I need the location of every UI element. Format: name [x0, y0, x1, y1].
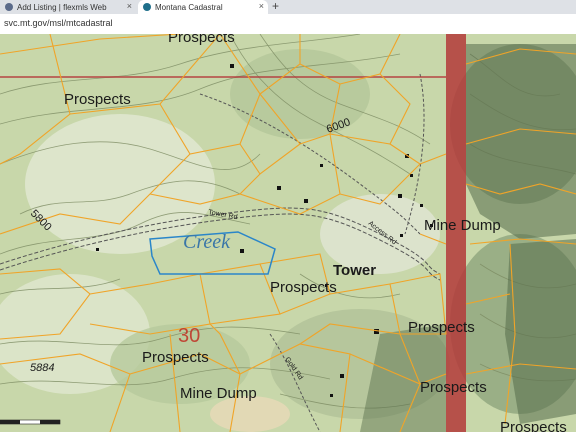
browser-tab-bar: Add Listing | flexmls Web × Montana Cada… — [0, 0, 576, 14]
label-elevation: 5884 — [30, 362, 54, 374]
cadastral-favicon-icon — [143, 3, 151, 11]
tab-montana-cadastral[interactable]: Montana Cadastral × — [138, 0, 268, 14]
tab-close-icon[interactable]: × — [259, 1, 264, 11]
address-bar[interactable]: svc.mt.gov/msl/mtcadastral — [0, 14, 576, 35]
label-mine-dump: Mine Dump — [180, 385, 257, 402]
label-prospects: Prospects — [64, 91, 131, 108]
label-prospects: Prospects — [270, 279, 337, 296]
label-creek: Creek — [183, 231, 231, 253]
label-prospects: Prospects — [168, 34, 235, 46]
cadastral-map[interactable]: Prospects Prospects Prospects Prospects … — [0, 34, 576, 432]
tab-label: Montana Cadastral — [155, 2, 223, 12]
label-prospects: Prospects — [500, 419, 567, 432]
label-section-number: 30 — [178, 325, 200, 347]
tab-close-icon[interactable]: × — [127, 1, 132, 11]
tab-label: Add Listing | flexmls Web — [17, 2, 107, 12]
label-prospects: Prospects — [408, 319, 475, 336]
new-tab-button[interactable]: + — [272, 0, 279, 13]
scale-bar — [0, 419, 61, 425]
flexmls-favicon-icon — [5, 3, 13, 11]
map-canvas[interactable]: Prospects Prospects Prospects Prospects … — [0, 34, 576, 432]
label-mine-dump: Mine Dump — [424, 217, 501, 234]
tab-add-listing[interactable]: Add Listing | flexmls Web × — [0, 0, 136, 14]
label-prospects: Prospects — [420, 379, 487, 396]
label-prospects: Prospects — [142, 349, 209, 366]
boundary-line — [0, 76, 446, 78]
url-text[interactable]: svc.mt.gov/msl/mtcadastral — [4, 18, 113, 28]
label-tower: Tower — [333, 262, 376, 279]
